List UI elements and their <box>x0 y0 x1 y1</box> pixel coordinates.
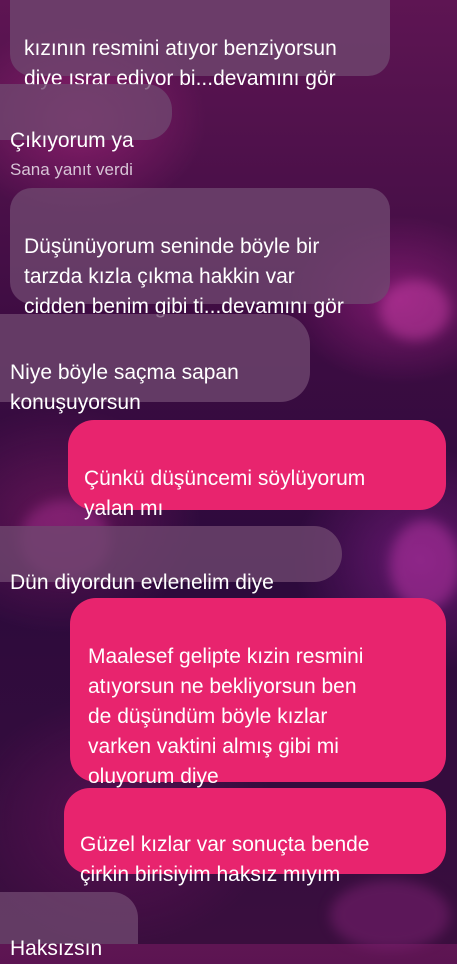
message-text: Maalesef gelipte kızin resmini atıyorsun… <box>88 645 364 788</box>
chat-thread[interactable]: kızının resmini atıyor benziyorsun diye … <box>0 0 457 960</box>
incoming-message-bubble[interactable]: Niye böyle saçma sapan konuşuyorsun <box>0 314 310 414</box>
incoming-message-bubble[interactable]: Çıkıyorum ya <box>0 84 172 152</box>
message-text: Dün diyordun evlenelim diye <box>10 571 274 594</box>
message-text: Çıkıyorum ya <box>10 129 134 152</box>
outgoing-message-bubble[interactable]: Maalesef gelipte kızin resmini atıyorsun… <box>70 598 446 788</box>
message-text: Niye böyle saçma sapan konuşuyorsun <box>10 361 239 414</box>
outgoing-message-bubble[interactable]: Çünkü düşüncemi söylüyorum yalan mı <box>68 420 446 520</box>
message-text: kızının resmini atıyor benziyorsun diye … <box>24 37 337 90</box>
message-text: Düşünüyorum seninde böyle bir tarzda kız… <box>24 235 344 318</box>
incoming-message-bubble[interactable]: kızının resmini atıyor benziyorsun diye … <box>10 0 390 90</box>
replied-to-you-label: Sana yanıt verdi <box>10 160 133 179</box>
message-text: Haksızsın <box>10 937 103 960</box>
incoming-message-bubble[interactable]: Dün diyordun evlenelim diye <box>0 526 342 594</box>
message-text: Güzel kızlar var sonuçta bende çirkin bi… <box>80 833 370 886</box>
incoming-message-bubble[interactable]: Haksızsın <box>0 892 138 960</box>
incoming-message-bubble[interactable]: Düşünüyorum seninde böyle bir tarzda kız… <box>10 188 390 318</box>
outgoing-message-bubble[interactable]: Güzel kızlar var sonuçta bende çirkin bi… <box>64 788 446 886</box>
message-text: Çünkü düşüncemi söylüyorum yalan mı <box>84 467 366 520</box>
